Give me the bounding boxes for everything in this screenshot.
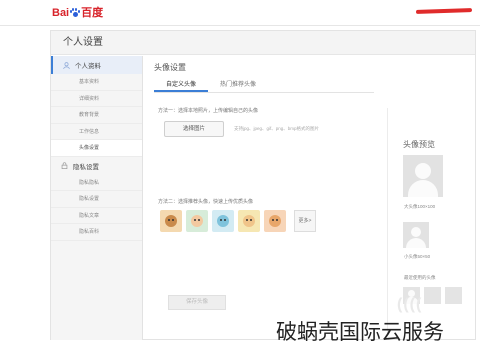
logo-text-bai: Bai	[52, 7, 70, 19]
sidebar-item-basic-info[interactable]: 基本资料	[51, 74, 142, 91]
sidebar: 个人资料 基本资料 详细资料 教育背景 工作信息 头像设置 隐私设置 隐私隐私 …	[51, 56, 143, 340]
sidebar-item-privacy-3[interactable]: 隐私文章	[51, 208, 142, 224]
sidebar-group-label: 隐私设置	[73, 163, 99, 171]
sidebar-item-privacy-2[interactable]: 隐私设置	[51, 191, 142, 208]
small-avatar-caption: 小头像50×50	[404, 254, 431, 259]
sidebar-item-education[interactable]: 教育背景	[51, 107, 142, 124]
preset-avatar-cat[interactable]	[212, 210, 234, 232]
paw-icon	[70, 8, 81, 18]
preset-avatar-boy[interactable]	[186, 210, 208, 232]
preset-avatar-girl[interactable]	[238, 210, 260, 232]
sidebar-item-work[interactable]: 工作信息	[51, 124, 142, 140]
tab-bar: 自定义头像 热门推荐头像	[154, 78, 374, 93]
baidu-logo[interactable]: Bai 百度	[52, 6, 103, 20]
sidebar-group-privacy[interactable]: 隐私设置	[51, 157, 142, 175]
method-two-text: 方法二：选择推荐头像，快速上传优质头像	[158, 199, 254, 205]
preset-avatar-list: 更多>	[160, 210, 316, 232]
sidebar-item-avatar[interactable]: 头像设置	[51, 140, 142, 157]
recent-avatars-label: 最近使用的头像	[404, 275, 436, 280]
tab-recommended-avatar[interactable]: 热门推荐头像	[208, 78, 268, 92]
method-one-text: 方法一：选择本地照片，上传编辑自己的头像	[158, 108, 259, 114]
select-image-button[interactable]: 选择图片	[164, 121, 224, 137]
more-avatars-button[interactable]: 更多>	[294, 210, 316, 232]
recent-avatar[interactable]	[424, 287, 441, 304]
user-menu-redacted[interactable]	[415, 8, 473, 14]
sidebar-item-privacy-1[interactable]: 隐私隐私	[51, 175, 142, 191]
top-bar: Bai 百度	[0, 0, 480, 26]
lock-icon	[61, 162, 68, 169]
sidebar-item-privacy-4[interactable]: 隐私百科	[51, 224, 142, 241]
sidebar-group-label: 个人资料	[75, 63, 101, 70]
preview-title: 头像预览	[403, 140, 435, 149]
large-avatar-caption: 大头像100×100	[404, 204, 436, 209]
small-avatar-preview	[403, 222, 429, 248]
logo-text-baidu: 百度	[81, 7, 104, 19]
recent-avatar[interactable]	[445, 287, 462, 304]
sidebar-item-detailed-info[interactable]: 详细资料	[51, 91, 142, 107]
divider	[387, 108, 388, 334]
upload-format-hint: 支持jpg、jpeg、gif、png、bmp格式的图片	[234, 126, 320, 131]
large-avatar-preview	[403, 155, 443, 197]
section-title: 头像设置	[154, 63, 186, 72]
sidebar-group-profile[interactable]: 个人资料	[51, 56, 142, 74]
main-content: 头像设置 自定义头像 热门推荐头像 方法一：选择本地照片，上传编辑自己的头像 选…	[144, 56, 475, 340]
page-title: 个人设置	[51, 31, 475, 55]
settings-panel: 个人设置 个人资料 基本资料 详细资料 教育背景 工作信息 头像设置 隐私设置 …	[50, 30, 476, 340]
save-avatar-button[interactable]: 保存头像	[168, 295, 226, 310]
user-icon	[63, 61, 70, 69]
tab-custom-avatar[interactable]: 自定义头像	[154, 78, 209, 92]
watermark-text: 破蜗壳国际云服务	[276, 320, 444, 344]
faint-watermark: ((((	[397, 296, 423, 313]
preset-avatar-dog[interactable]	[264, 210, 286, 232]
preset-avatar-bear[interactable]	[160, 210, 182, 232]
